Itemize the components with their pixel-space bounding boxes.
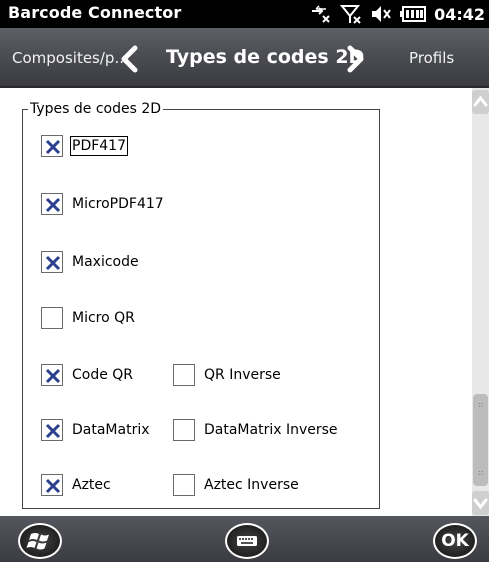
option-pdf417[interactable]: PDF417: [41, 135, 128, 157]
scroll-down-button[interactable]: [472, 491, 489, 515]
chevron-left-icon[interactable]: [120, 45, 138, 77]
ok-button[interactable]: OK: [433, 523, 477, 559]
datamatrix-checkbox[interactable]: [41, 419, 63, 441]
windows-start-icon: [26, 533, 49, 550]
connection-icon[interactable]: [310, 5, 332, 23]
chevron-down-icon: [473, 498, 488, 510]
micro-qr-checkbox[interactable]: [41, 307, 63, 329]
barcode-types-group: Types de codes 2D PDF417 MicroPDF417 Max…: [22, 100, 380, 509]
maxicode-label[interactable]: Maxicode: [72, 253, 139, 271]
option-micropdf417[interactable]: MicroPDF417: [41, 193, 164, 215]
datamatrix-label[interactable]: DataMatrix: [72, 421, 150, 439]
aztec-inverse-checkbox[interactable]: [173, 474, 195, 496]
aztec-inverse-label[interactable]: Aztec Inverse: [204, 476, 299, 494]
command-bar: OK: [0, 516, 489, 562]
ok-label: OK: [441, 531, 469, 551]
grip-icon: ::: [478, 468, 484, 477]
option-aztec[interactable]: Aztec: [41, 474, 111, 496]
micropdf417-label[interactable]: MicroPDF417: [72, 195, 164, 213]
windows-start-button[interactable]: [18, 523, 62, 559]
option-datamatrix[interactable]: DataMatrix: [41, 419, 150, 441]
option-code-qr[interactable]: Code QR: [41, 364, 133, 386]
volume-icon[interactable]: [370, 4, 392, 24]
micro-qr-label[interactable]: Micro QR: [72, 309, 135, 327]
option-maxicode[interactable]: Maxicode: [41, 251, 139, 273]
option-qr-inverse[interactable]: QR Inverse: [173, 364, 281, 386]
aztec-checkbox[interactable]: [41, 474, 63, 496]
maxicode-checkbox[interactable]: [41, 251, 63, 273]
nav-previous-tab[interactable]: Composites/p...: [12, 49, 129, 67]
status-bar: Barcode Connector 04:42: [0, 0, 489, 28]
code-qr-checkbox[interactable]: [41, 364, 63, 386]
datamatrix-inverse-label[interactable]: DataMatrix Inverse: [204, 421, 338, 439]
option-aztec-inverse[interactable]: Aztec Inverse: [173, 474, 299, 496]
pdf417-label[interactable]: PDF417: [70, 136, 128, 156]
content-area: Types de codes 2D PDF417 MicroPDF417 Max…: [0, 88, 489, 516]
datamatrix-inverse-checkbox[interactable]: [173, 419, 195, 441]
group-title: Types de codes 2D: [28, 100, 164, 118]
keyboard-button[interactable]: [225, 523, 269, 559]
grip-icon: ::: [478, 400, 484, 409]
scroll-thumb[interactable]: :: ::: [473, 394, 488, 486]
code-qr-label[interactable]: Code QR: [72, 366, 133, 384]
battery-icon[interactable]: [400, 6, 427, 22]
signal-icon[interactable]: [340, 4, 362, 24]
qr-inverse-label[interactable]: QR Inverse: [204, 366, 281, 384]
micropdf417-checkbox[interactable]: [41, 193, 63, 215]
clock[interactable]: 04:42: [434, 5, 485, 24]
scroll-up-button[interactable]: [472, 90, 489, 114]
qr-inverse-checkbox[interactable]: [173, 364, 195, 386]
chevron-up-icon: [473, 95, 488, 107]
aztec-label[interactable]: Aztec: [72, 476, 111, 494]
status-icons: 04:42: [310, 2, 485, 26]
vertical-scrollbar[interactable]: :: ::: [472, 88, 489, 516]
nav-next-tab[interactable]: Profils: [409, 49, 454, 67]
chevron-right-icon[interactable]: [347, 45, 365, 77]
pivot-header: Composites/p... Types de codes 2D Profil…: [0, 28, 489, 88]
option-micro-qr[interactable]: Micro QR: [41, 307, 135, 329]
keyboard-icon: [237, 536, 257, 546]
pdf417-checkbox[interactable]: [41, 135, 63, 157]
app-title: Barcode Connector: [8, 3, 182, 22]
option-datamatrix-inverse[interactable]: DataMatrix Inverse: [173, 419, 338, 441]
nav-current-tab: Types de codes 2D: [166, 46, 365, 68]
